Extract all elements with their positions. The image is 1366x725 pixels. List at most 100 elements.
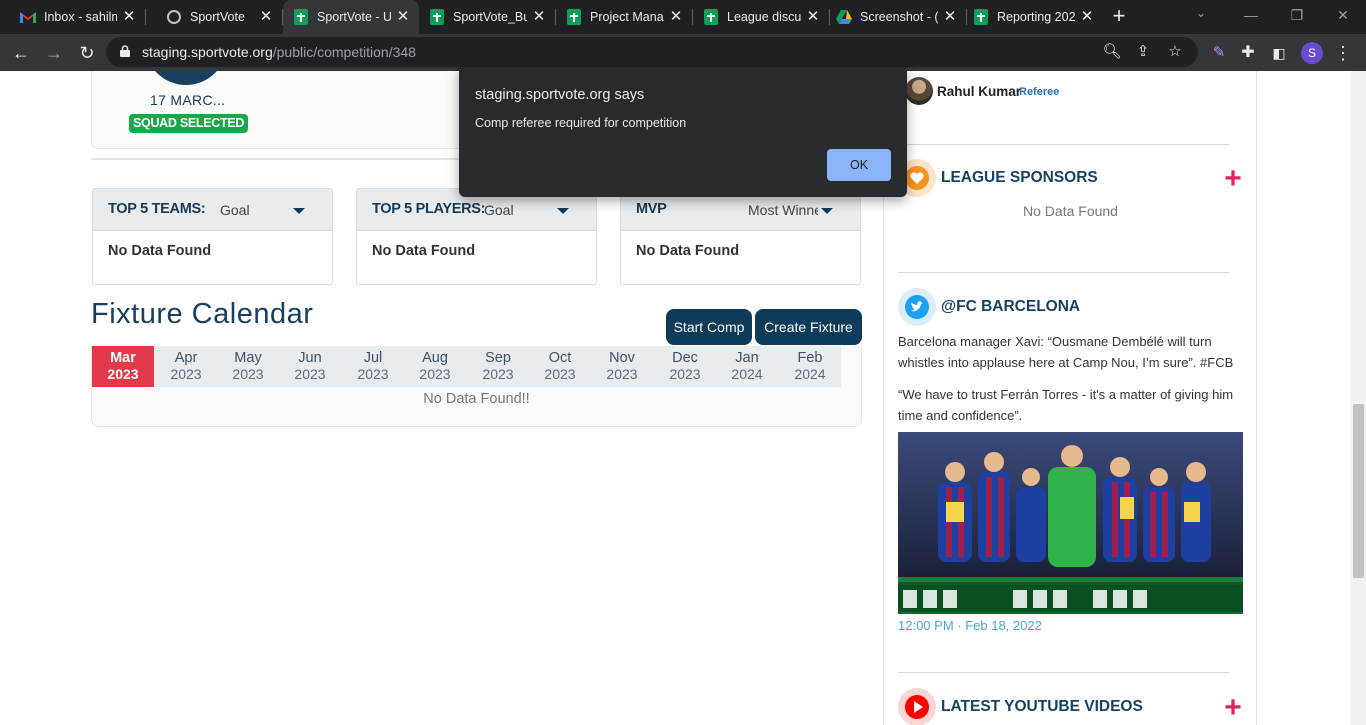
side-panel-icon[interactable]: ◧ bbox=[1266, 40, 1292, 66]
top-players-card: TOP 5 PLAYERS: Goal No Data Found bbox=[356, 188, 597, 285]
tab-title: Inbox - sahilm bbox=[44, 10, 117, 24]
month-tab[interactable]: Sep 2023 bbox=[467, 346, 529, 387]
league-sponsors-title: LEAGUE SPONSORS bbox=[941, 169, 1098, 186]
referee-name[interactable]: Rahul Kumar bbox=[937, 84, 1021, 99]
top-teams-card: TOP 5 TEAMS: Goal No Data Found bbox=[92, 188, 333, 285]
add-sponsor-button[interactable]: + bbox=[1222, 164, 1244, 194]
browser-toolbar: ← → ↻ staging.sportvote.org/public/compe… bbox=[0, 34, 1366, 71]
forward-button[interactable]: → bbox=[41, 40, 67, 66]
chevron-down-icon[interactable]: ⌄ bbox=[1196, 6, 1206, 20]
sheets-icon bbox=[973, 9, 989, 25]
tab-title: Reporting 202 bbox=[997, 10, 1075, 24]
close-icon[interactable]: ✕ bbox=[531, 9, 547, 25]
close-icon[interactable]: ✕ bbox=[668, 9, 684, 25]
twitter-icon bbox=[898, 288, 936, 326]
lock-icon[interactable] bbox=[120, 45, 130, 57]
mvp-card: MVP Most Winne No Data Found bbox=[620, 188, 861, 285]
youtube-icon bbox=[898, 688, 936, 725]
drive-icon bbox=[836, 9, 852, 25]
url-host: staging.sportvote.org bbox=[142, 44, 273, 60]
month-strip: Mar 2023 Apr 2023 May 2023 Jun 2023 Jul 2023 … bbox=[92, 346, 841, 387]
ok-button[interactable]: OK bbox=[827, 149, 891, 181]
youtube-videos-title: LATEST YOUTUBE VIDEOS bbox=[941, 698, 1143, 715]
share-icon[interactable]: ⇪ bbox=[1133, 42, 1153, 62]
tab-title: Screenshot - ( bbox=[860, 10, 938, 24]
close-icon[interactable]: ✕ bbox=[395, 9, 411, 25]
month-tab[interactable]: Dec 2023 bbox=[654, 346, 716, 387]
alert-dialog: staging.sportvote.org says Comp referee … bbox=[459, 67, 907, 197]
tab-title: SportVote_Bu bbox=[453, 10, 527, 24]
close-icon[interactable]: ✕ bbox=[942, 9, 958, 25]
dialog-message: Comp referee required for competition bbox=[475, 116, 687, 130]
new-tab-button[interactable]: + bbox=[1108, 5, 1130, 28]
tweet-photo[interactable] bbox=[898, 432, 1243, 614]
close-icon[interactable]: ✕ bbox=[805, 9, 821, 25]
tweet-text: Barcelona manager Xavi: “Ousmane Dembélé… bbox=[898, 334, 1234, 370]
chevron-down-icon[interactable] bbox=[821, 208, 833, 214]
month-tab[interactable]: Feb 2024 bbox=[779, 346, 841, 387]
month-tab[interactable]: Aug 2023 bbox=[404, 346, 466, 387]
back-button[interactable]: ← bbox=[8, 40, 34, 66]
tab-reporting[interactable]: Reporting 202 ✕ bbox=[967, 0, 1103, 34]
create-fixture-button[interactable]: Create Fixture bbox=[755, 309, 862, 345]
month-tab[interactable]: Apr 2023 bbox=[155, 346, 217, 387]
month-tab[interactable]: Jul 2023 bbox=[342, 346, 404, 387]
divider bbox=[898, 272, 1229, 273]
sheets-icon bbox=[566, 9, 582, 25]
sheets-icon bbox=[703, 9, 719, 25]
tab-title: Project Manag bbox=[590, 10, 664, 24]
tab-screenshot[interactable]: Screenshot - ( ✕ bbox=[830, 0, 966, 34]
card-title: TOP 5 TEAMS: bbox=[108, 201, 206, 217]
twitter-handle-title[interactable]: @FC BARCELONA bbox=[941, 298, 1080, 316]
address-bar[interactable]: staging.sportvote.org/public/competition… bbox=[106, 37, 1198, 67]
tab-gmail[interactable]: Inbox - sahilm ✕ bbox=[0, 0, 145, 34]
tab-title: SportVote bbox=[190, 10, 245, 24]
month-tab[interactable]: Jun 2023 bbox=[279, 346, 341, 387]
extension-pen-icon[interactable]: ✎ bbox=[1206, 40, 1232, 66]
month-tab[interactable]: Oct 2023 bbox=[529, 346, 591, 387]
url-path: /public/competition/348 bbox=[272, 44, 416, 60]
tab-project-manag[interactable]: Project Manag ✕ bbox=[556, 0, 692, 34]
referee-avatar bbox=[905, 77, 933, 105]
extensions-puzzle-icon[interactable]: ✚ bbox=[1235, 40, 1261, 66]
mvp-select[interactable]: Most Winne bbox=[748, 202, 818, 218]
month-tab[interactable]: Mar 2023 bbox=[92, 346, 154, 387]
reload-button[interactable]: ↻ bbox=[74, 40, 100, 66]
status-badge: SQUAD SELECTED bbox=[129, 114, 249, 133]
tab-sportvote-sheet[interactable]: SportVote - U ✕ bbox=[283, 0, 419, 34]
chevron-down-icon[interactable] bbox=[293, 208, 305, 214]
card-empty-text: No Data Found bbox=[636, 243, 740, 259]
restore-button[interactable]: ❐ bbox=[1274, 0, 1320, 30]
divider bbox=[898, 144, 1229, 145]
top-players-select[interactable]: Goal bbox=[484, 202, 554, 218]
referee-role: Referee bbox=[1019, 86, 1060, 98]
chevron-down-icon[interactable] bbox=[557, 208, 569, 214]
start-comp-button[interactable]: Start Comp bbox=[666, 309, 752, 345]
tweet-timestamp[interactable]: 12:00 PM · Feb 18, 2022 bbox=[898, 618, 1042, 633]
card-title: TOP 5 PLAYERS: bbox=[372, 201, 486, 217]
month-tab[interactable]: Jan 2024 bbox=[716, 346, 778, 387]
month-tab[interactable]: May 2023 bbox=[217, 346, 279, 387]
month-tab[interactable]: Nov 2023 bbox=[591, 346, 653, 387]
top-teams-select[interactable]: Goal bbox=[220, 202, 290, 218]
card-empty-text: No Data Found bbox=[108, 243, 212, 259]
tab-sportvote[interactable]: SportVote ✕ bbox=[146, 0, 282, 34]
url-text[interactable]: staging.sportvote.org/public/competition… bbox=[142, 44, 416, 60]
bookmark-star-icon[interactable]: ☆ bbox=[1165, 42, 1185, 62]
minimize-button[interactable]: — bbox=[1228, 0, 1274, 30]
close-icon[interactable]: ✕ bbox=[258, 9, 274, 25]
zoom-icon[interactable]: 🔍︎ bbox=[1102, 42, 1122, 62]
add-video-button[interactable]: + bbox=[1222, 693, 1244, 723]
fixture-calendar-title: Fixture Calendar bbox=[91, 298, 314, 330]
sponsors-empty-text: No Data Found bbox=[1023, 203, 1118, 219]
scrollbar-thumb[interactable] bbox=[1353, 404, 1364, 578]
gmail-icon bbox=[20, 9, 36, 25]
page-scrollbar[interactable] bbox=[1351, 71, 1366, 725]
tab-league-discus[interactable]: League discus ✕ bbox=[693, 0, 829, 34]
menu-kebab-icon[interactable]: ⋮ bbox=[1330, 40, 1356, 66]
profile-avatar[interactable]: S bbox=[1301, 42, 1323, 64]
close-icon[interactable]: ✕ bbox=[1079, 9, 1095, 25]
tab-sportvote-bu[interactable]: SportVote_Bu ✕ bbox=[419, 0, 555, 34]
close-icon[interactable]: ✕ bbox=[121, 9, 137, 25]
close-window-button[interactable]: ✕ bbox=[1320, 0, 1366, 30]
